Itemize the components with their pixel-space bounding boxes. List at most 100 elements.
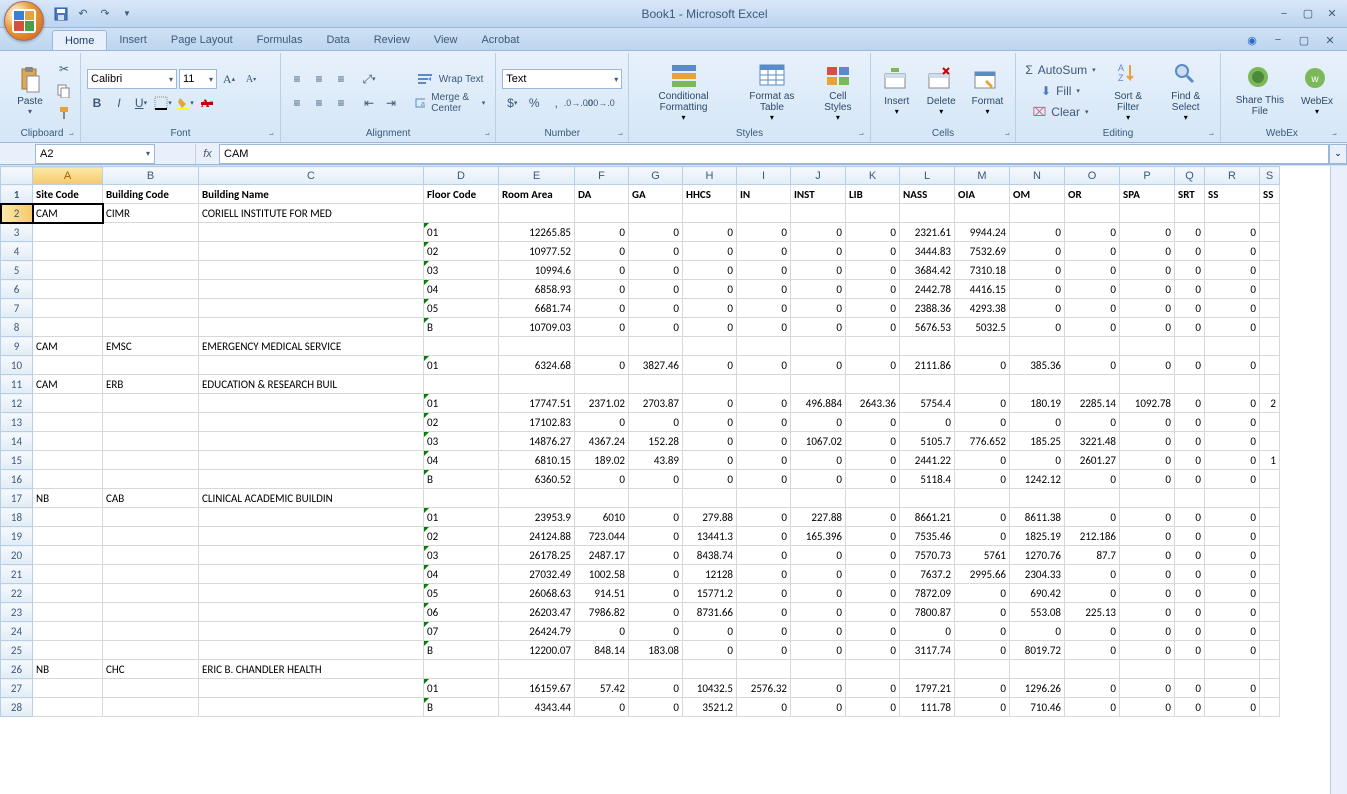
cell[interactable]: 0 bbox=[1120, 546, 1175, 565]
tab-data[interactable]: Data bbox=[314, 30, 361, 50]
cell[interactable] bbox=[1260, 242, 1280, 261]
cell[interactable]: 0 bbox=[1065, 622, 1120, 641]
cell[interactable] bbox=[683, 204, 737, 223]
webex-button[interactable]: w WebEx▾ bbox=[1297, 55, 1337, 127]
cell[interactable] bbox=[499, 204, 575, 223]
cell[interactable]: 03 bbox=[424, 261, 499, 280]
cell[interactable] bbox=[575, 375, 629, 394]
cell[interactable]: 5118.4 bbox=[900, 470, 955, 489]
cell[interactable]: ERIC B. CHANDLER HEALTH bbox=[199, 660, 424, 679]
paste-button[interactable]: Paste ▾ bbox=[10, 55, 50, 127]
cell[interactable]: 06 bbox=[424, 603, 499, 622]
column-header[interactable]: M bbox=[955, 167, 1010, 185]
row-header[interactable]: 17 bbox=[1, 489, 33, 508]
cell[interactable]: 0 bbox=[1120, 242, 1175, 261]
cell[interactable]: 0 bbox=[791, 280, 846, 299]
column-header[interactable]: R bbox=[1205, 167, 1260, 185]
cell[interactable]: 0 bbox=[955, 413, 1010, 432]
cell[interactable] bbox=[499, 375, 575, 394]
cell[interactable]: CAM bbox=[33, 204, 103, 223]
cell[interactable]: 0 bbox=[1175, 432, 1205, 451]
cell[interactable]: 1797.21 bbox=[900, 679, 955, 698]
cell[interactable]: CIMR bbox=[103, 204, 199, 223]
cell[interactable]: 723.044 bbox=[575, 527, 629, 546]
cell[interactable]: 0 bbox=[1010, 318, 1065, 337]
cell[interactable] bbox=[103, 394, 199, 413]
cell[interactable]: 0 bbox=[1120, 641, 1175, 660]
align-left-icon[interactable]: ≡ bbox=[287, 93, 307, 113]
cell[interactable]: 0 bbox=[629, 546, 683, 565]
cell[interactable]: 0 bbox=[1065, 223, 1120, 242]
cell[interactable]: 0 bbox=[1205, 622, 1260, 641]
cell[interactable]: 2601.27 bbox=[1065, 451, 1120, 470]
column-header[interactable]: P bbox=[1120, 167, 1175, 185]
cell[interactable] bbox=[1260, 223, 1280, 242]
merge-center-button[interactable]: aMerge & Center▾ bbox=[411, 93, 489, 113]
currency-icon[interactable]: $▾ bbox=[502, 93, 522, 113]
cell[interactable]: B bbox=[424, 470, 499, 489]
cell[interactable] bbox=[1065, 375, 1120, 394]
cell[interactable]: 0 bbox=[1120, 698, 1175, 717]
qat-dropdown-icon[interactable]: ▼ bbox=[118, 5, 136, 23]
cell[interactable]: Room Area bbox=[499, 185, 575, 204]
cell[interactable]: CORIELL INSTITUTE FOR MED bbox=[199, 204, 424, 223]
cell[interactable]: B bbox=[424, 698, 499, 717]
cell[interactable]: 0 bbox=[1175, 318, 1205, 337]
cell[interactable]: 04 bbox=[424, 565, 499, 584]
cell[interactable]: 1002.58 bbox=[575, 565, 629, 584]
cell[interactable] bbox=[199, 508, 424, 527]
cell[interactable]: 0 bbox=[1175, 527, 1205, 546]
cell[interactable]: 0 bbox=[846, 546, 900, 565]
cell[interactable] bbox=[1010, 660, 1065, 679]
cell[interactable] bbox=[33, 280, 103, 299]
cell[interactable]: SPA bbox=[1120, 185, 1175, 204]
cell[interactable]: 12265.85 bbox=[499, 223, 575, 242]
cell[interactable]: HHCS bbox=[683, 185, 737, 204]
align-center-icon[interactable]: ≡ bbox=[309, 93, 329, 113]
cell[interactable]: 0 bbox=[629, 299, 683, 318]
tab-view[interactable]: View bbox=[422, 30, 470, 50]
cell[interactable]: 0 bbox=[955, 622, 1010, 641]
cell[interactable]: 0 bbox=[1065, 280, 1120, 299]
cell[interactable]: INST bbox=[791, 185, 846, 204]
cell[interactable]: 24124.88 bbox=[499, 527, 575, 546]
cell[interactable]: 0 bbox=[629, 223, 683, 242]
cell[interactable] bbox=[1260, 584, 1280, 603]
cell[interactable]: 07 bbox=[424, 622, 499, 641]
row-header[interactable]: 20 bbox=[1, 546, 33, 565]
cell[interactable]: 0 bbox=[683, 261, 737, 280]
cell[interactable]: 0 bbox=[846, 242, 900, 261]
cell[interactable]: 1067.02 bbox=[791, 432, 846, 451]
column-header[interactable]: N bbox=[1010, 167, 1065, 185]
cell[interactable]: EMSC bbox=[103, 337, 199, 356]
cell[interactable]: CAM bbox=[33, 375, 103, 394]
cell[interactable]: 0 bbox=[955, 508, 1010, 527]
cell[interactable]: 0 bbox=[629, 280, 683, 299]
cell[interactable]: 2487.17 bbox=[575, 546, 629, 565]
cell[interactable] bbox=[1260, 375, 1280, 394]
column-header[interactable]: H bbox=[683, 167, 737, 185]
cell[interactable]: 3827.46 bbox=[629, 356, 683, 375]
cell[interactable]: 0 bbox=[846, 261, 900, 280]
cell[interactable]: 0 bbox=[737, 413, 791, 432]
tab-insert[interactable]: Insert bbox=[107, 30, 159, 50]
cell[interactable]: 0 bbox=[1120, 432, 1175, 451]
cell[interactable]: 1270.76 bbox=[1010, 546, 1065, 565]
cell[interactable]: 0 bbox=[846, 451, 900, 470]
cell[interactable] bbox=[424, 204, 499, 223]
cell[interactable]: 710.46 bbox=[1010, 698, 1065, 717]
cell[interactable] bbox=[499, 660, 575, 679]
cell[interactable]: 848.14 bbox=[575, 641, 629, 660]
cell[interactable]: 0 bbox=[737, 527, 791, 546]
cell[interactable] bbox=[629, 660, 683, 679]
cell[interactable] bbox=[103, 356, 199, 375]
cell[interactable] bbox=[103, 641, 199, 660]
cell[interactable]: 0 bbox=[1205, 546, 1260, 565]
cell[interactable]: 0 bbox=[1205, 565, 1260, 584]
cell[interactable]: 43.89 bbox=[629, 451, 683, 470]
cell[interactable]: 0 bbox=[1175, 299, 1205, 318]
cell[interactable]: 7986.82 bbox=[575, 603, 629, 622]
cell[interactable] bbox=[1260, 280, 1280, 299]
autosum-button[interactable]: Σ AutoSum▾ bbox=[1022, 60, 1098, 80]
row-header[interactable]: 26 bbox=[1, 660, 33, 679]
